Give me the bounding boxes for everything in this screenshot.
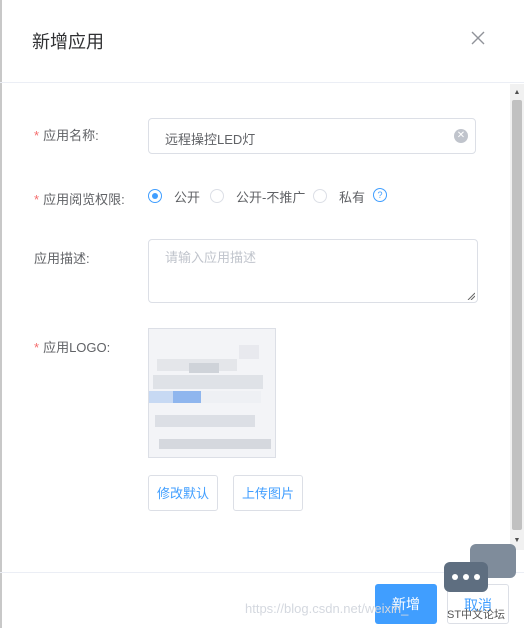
logo-label: * 应用LOGO:	[34, 340, 111, 355]
scrollbar-thumb[interactable]	[512, 100, 522, 530]
required-mark: *	[34, 192, 40, 207]
radio-public[interactable]: 公开	[148, 188, 201, 205]
forum-label: ST中文论坛	[447, 609, 506, 621]
description-placeholder: 请输入应用描述	[165, 250, 257, 265]
required-mark: *	[34, 128, 40, 143]
reset-logo-button[interactable]: 修改默认	[148, 475, 219, 511]
permission-label: * 应用阅览权限:	[34, 192, 125, 207]
clear-icon[interactable]: ✕	[454, 129, 468, 143]
watermark-text: https://blog.csdn.net/weixin_	[245, 601, 409, 616]
radio-unchecked-icon[interactable]	[313, 189, 327, 203]
radio-public-unpromoted-label: 公开-不推广	[236, 189, 306, 205]
scroll-up-icon[interactable]: ▲	[512, 88, 522, 98]
radio-checked-icon[interactable]	[148, 189, 162, 203]
upload-image-button[interactable]: 上传图片	[233, 475, 304, 511]
resize-handle-icon[interactable]	[467, 292, 475, 300]
radio-private-label: 私有	[339, 189, 366, 205]
description-label: 应用描述:	[34, 251, 90, 266]
app-name-value: 远程操控LED灯	[165, 132, 256, 147]
app-name-input[interactable]: 远程操控LED灯 ✕	[148, 118, 476, 154]
radio-unchecked-icon[interactable]	[210, 189, 224, 203]
description-textarea[interactable]: 请输入应用描述	[148, 239, 478, 303]
close-icon[interactable]	[468, 28, 488, 48]
add-app-dialog: 新增应用 * 应用名称: 远程操控LED灯 ✕ * 应用阅览权限: 公开 公开-不推…	[0, 0, 524, 628]
radio-public-label: 公开	[174, 189, 201, 205]
radio-private[interactable]: 私有	[313, 188, 366, 205]
logo-preview-image	[148, 328, 276, 458]
required-mark: *	[34, 340, 40, 355]
question-circle-icon[interactable]: ?	[373, 188, 387, 202]
page-edge	[0, 0, 2, 628]
dialog-header: 新增应用	[0, 0, 524, 83]
app-name-label: * 应用名称:	[34, 128, 99, 143]
dialog-title: 新增应用	[32, 32, 104, 52]
radio-public-unpromoted[interactable]: 公开-不推广	[210, 188, 306, 205]
chat-bubble-icon	[444, 544, 516, 592]
